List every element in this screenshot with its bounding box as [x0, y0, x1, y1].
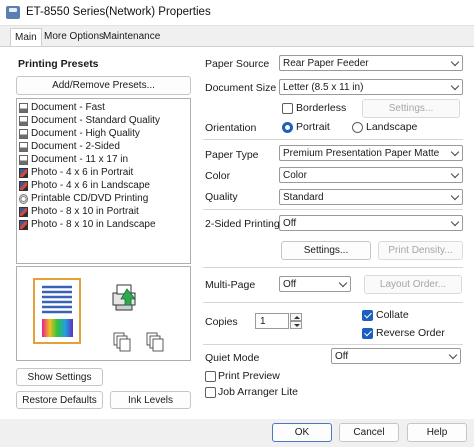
page-preview-icon: [33, 278, 164, 352]
borderless-label: Borderless: [296, 102, 347, 114]
tab-maintenance[interactable]: Maintenance: [99, 28, 164, 46]
chevron-down-icon: [450, 191, 460, 201]
list-item[interactable]: Photo - 4 x 6 in Portrait: [19, 166, 133, 179]
tab-strip: Main More Options Maintenance: [0, 28, 474, 47]
two-sided-printing-label: 2-Sided Printing: [205, 218, 280, 230]
dialog-footer: [0, 419, 474, 447]
stepper-up-icon[interactable]: [290, 313, 302, 321]
cancel-button[interactable]: Cancel: [339, 423, 399, 442]
two-sided-settings-button[interactable]: Settings...: [281, 241, 371, 260]
quiet-mode-label: Quiet Mode: [205, 352, 260, 364]
paper-source-label: Paper Source: [205, 58, 270, 70]
list-item[interactable]: Document - High Quality: [19, 127, 140, 140]
chevron-down-icon: [338, 278, 348, 288]
list-item[interactable]: Document - 11 x 17 in: [19, 153, 128, 166]
show-settings-button[interactable]: Show Settings: [16, 368, 103, 386]
orientation-label: Orientation: [205, 122, 257, 134]
document-icon: [19, 128, 28, 139]
divider: [203, 344, 463, 345]
collate-label: Collate: [376, 309, 409, 321]
document-size-label: Document Size: [205, 82, 277, 94]
print-preview-label: Print Preview: [218, 370, 280, 382]
printer-app-icon: [6, 6, 20, 19]
portrait-label: Portrait: [296, 121, 330, 133]
photo-icon: [19, 167, 28, 178]
list-item[interactable]: Photo - 8 x 10 in Landscape: [19, 218, 156, 231]
print-preview-graphic: [16, 266, 191, 361]
tab-main[interactable]: Main: [10, 28, 42, 47]
paper-type-select[interactable]: Premium Presentation Paper Matte: [279, 145, 463, 161]
add-remove-presets-button[interactable]: Add/Remove Presets...: [16, 76, 191, 95]
borderless-checkbox[interactable]: [282, 103, 293, 114]
borderless-settings-button[interactable]: Settings...: [362, 99, 460, 118]
chevron-down-icon: [450, 81, 460, 91]
paper-source-select[interactable]: Rear Paper Feeder: [279, 55, 463, 71]
stepper-down-icon[interactable]: [290, 321, 302, 329]
list-item[interactable]: Document - Fast: [19, 101, 105, 114]
tab-more-options[interactable]: More Options: [40, 28, 108, 46]
quality-select[interactable]: Standard: [279, 189, 463, 205]
collate-stack-icon: [113, 332, 164, 352]
job-arranger-lite-checkbox[interactable]: [205, 387, 216, 398]
disc-icon: [19, 193, 28, 204]
quiet-mode-select[interactable]: Off: [331, 348, 461, 364]
document-icon: [19, 154, 28, 165]
document-icon: [19, 115, 28, 126]
multi-page-label: Multi-Page: [205, 279, 256, 291]
print-density-button[interactable]: Print Density...: [378, 241, 463, 260]
two-sided-printing-select[interactable]: Off: [279, 215, 463, 231]
copies-input[interactable]: 1: [255, 313, 289, 329]
copies-stepper[interactable]: [290, 313, 302, 329]
color-select[interactable]: Color: [279, 167, 463, 183]
reverse-order-checkbox[interactable]: [362, 328, 373, 339]
printer-icon: [112, 284, 136, 311]
document-icon: [19, 102, 28, 113]
divider: [203, 139, 463, 140]
list-item[interactable]: Printable CD/DVD Printing: [19, 192, 148, 205]
ok-button[interactable]: OK: [272, 423, 332, 442]
landscape-label: Landscape: [366, 121, 418, 133]
title-bar: ET-8550 Series(Network) Properties: [0, 0, 474, 26]
presets-list[interactable]: Document - Fast Document - Standard Qual…: [16, 98, 191, 264]
reverse-order-label: Reverse Order: [376, 327, 445, 339]
multi-page-select[interactable]: Off: [279, 276, 351, 292]
copies-label: Copies: [205, 316, 238, 328]
chevron-down-icon: [448, 350, 458, 360]
ink-levels-button[interactable]: Ink Levels: [110, 391, 191, 409]
portrait-radio[interactable]: [282, 122, 293, 133]
chevron-down-icon: [450, 147, 460, 157]
photo-icon: [19, 180, 28, 191]
help-button[interactable]: Help: [407, 423, 467, 442]
document-size-select[interactable]: Letter (8.5 x 11 in): [279, 79, 463, 95]
chevron-down-icon: [450, 57, 460, 67]
printing-presets-title: Printing Presets: [18, 58, 99, 70]
list-item[interactable]: Photo - 8 x 10 in Portrait: [19, 205, 139, 218]
document-icon: [19, 141, 28, 152]
list-item[interactable]: Document - Standard Quality: [19, 114, 160, 127]
color-label: Color: [205, 170, 231, 182]
restore-defaults-button[interactable]: Restore Defaults: [16, 391, 103, 409]
window-title: ET-8550 Series(Network) Properties: [26, 6, 211, 18]
chevron-down-icon: [450, 169, 460, 179]
landscape-radio[interactable]: [352, 122, 363, 133]
divider: [203, 267, 463, 268]
quality-label: Quality: [205, 191, 238, 203]
list-item[interactable]: Document - 2-Sided: [19, 140, 120, 153]
list-item[interactable]: Photo - 4 x 6 in Landscape: [19, 179, 150, 192]
photo-icon: [19, 219, 28, 230]
paper-type-label: Paper Type: [205, 149, 259, 161]
job-arranger-lite-label: Job Arranger Lite: [218, 386, 298, 398]
layout-order-button[interactable]: Layout Order...: [364, 275, 462, 294]
chevron-down-icon: [450, 217, 460, 227]
divider: [203, 209, 463, 210]
divider: [203, 302, 463, 303]
print-preview-checkbox[interactable]: [205, 371, 216, 382]
collate-checkbox[interactable]: [362, 310, 373, 321]
photo-icon: [19, 206, 28, 217]
